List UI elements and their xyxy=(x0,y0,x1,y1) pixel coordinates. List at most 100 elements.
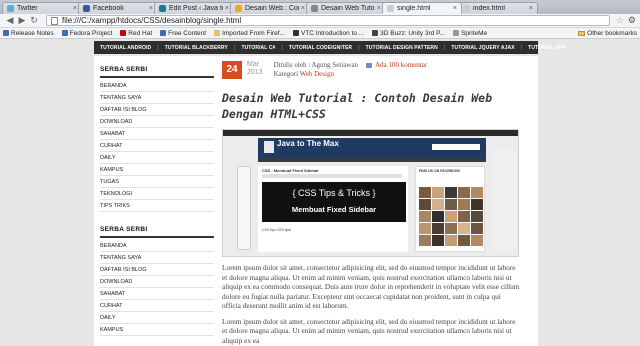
post-date-day: 24 xyxy=(222,61,242,79)
sidebar-item[interactable]: KAMPUS xyxy=(100,164,214,176)
address-bar[interactable]: file:///C:/xampp/htdocs/CSS/desainblog/s… xyxy=(46,15,610,26)
sidebar-item[interactable]: BERANDA xyxy=(100,80,214,92)
bookmark-item[interactable]: SpriteMe xyxy=(453,30,487,37)
browser-tab[interactable]: Twitter × xyxy=(2,2,82,14)
bookmark-label: Release Notes xyxy=(11,29,54,37)
fb-face-thumbnail xyxy=(432,235,444,246)
tab-close-icon[interactable]: × xyxy=(529,5,533,12)
nav-item[interactable]: TUTORIAL CODEIGNITER xyxy=(289,45,352,51)
fb-face-thumbnail xyxy=(471,235,483,246)
tab-label: index.html xyxy=(473,5,505,12)
forward-icon[interactable]: ▶ xyxy=(16,15,28,26)
browser-tab[interactable]: Desain Web : Contoh× xyxy=(230,2,310,14)
browser-tab[interactable]: single.html × xyxy=(382,2,462,14)
nav-item[interactable]: TUTORIAL DESIGN PATTERN xyxy=(366,45,438,51)
sidebar-item[interactable]: CURHAT xyxy=(100,300,214,312)
year-text: 2013 xyxy=(247,69,263,76)
bookmark-item[interactable]: Release Notes xyxy=(3,30,54,37)
sidebar-item[interactable]: SAHABAT xyxy=(100,128,214,140)
nav-item[interactable]: TUTORIAL PHP xyxy=(528,45,566,51)
nav-separator: | xyxy=(358,44,360,51)
other-bookmarks[interactable]: Other bookmarks xyxy=(578,30,637,37)
browser-tab[interactable]: index.html × xyxy=(458,2,538,14)
tab-close-icon[interactable]: × xyxy=(225,5,229,12)
back-icon[interactable]: ◀ xyxy=(4,15,16,26)
page-viewport: TUTORIAL ANDROID | TUTORIAL BLACKBERRY | TUT… xyxy=(0,39,640,346)
bookmark-item[interactable]: Imported From Firef... xyxy=(214,30,285,37)
fb-face-thumbnail xyxy=(445,235,457,246)
nav-item[interactable]: TUTORIAL ANDROID xyxy=(100,45,151,51)
tab-close-icon[interactable]: × xyxy=(149,5,153,12)
image-banner: { CSS Tips & Tricks } Membuat Fixed Side… xyxy=(262,182,406,222)
bookmark-item[interactable]: Free Content xyxy=(160,30,206,37)
reload-icon[interactable]: ↻ xyxy=(28,15,40,26)
post-date-month: Mar 2013 xyxy=(247,61,263,79)
browser-tab[interactable]: Desain Web Tutorial ·× xyxy=(306,2,386,14)
nav-separator: | xyxy=(157,44,159,51)
tab-close-icon[interactable]: × xyxy=(301,5,305,12)
bookmark-label: Fedora Project xyxy=(69,29,113,37)
bookmark-item[interactable]: 3D Buzz: Unity 3rd P... xyxy=(372,30,445,37)
comments-link[interactable]: Ada 100 komentar xyxy=(375,61,427,69)
nav-item[interactable]: TUTORIAL C# xyxy=(241,45,275,51)
bookmark-label: Free Content xyxy=(168,29,207,37)
tab-favicon-icon xyxy=(311,5,318,12)
post-byline: Ditulis oleh : Agung Setiawan Ada 100 ko… xyxy=(274,61,428,79)
nav-item[interactable]: TUTORIAL BLACKBERRY xyxy=(165,45,228,51)
fb-face-thumbnail xyxy=(419,223,431,234)
image-share-sidebar xyxy=(237,166,251,250)
sidebar-item[interactable]: TENTANG SAYA xyxy=(100,92,214,104)
bookmark-item[interactable]: VTC Introduction to ... xyxy=(292,30,364,37)
wrench-icon[interactable]: ⚙ xyxy=(628,15,636,26)
bookmark-item[interactable]: Fedora Project xyxy=(61,29,113,37)
image-content: CSS : Membuat Fixed Sidebar { CSS Tips &… xyxy=(258,166,408,252)
fb-face-thumbnail xyxy=(458,223,470,234)
image-site-title: Java to The Max xyxy=(277,139,339,148)
sidebar-item[interactable]: KAMPUS xyxy=(100,324,214,336)
sidebar-item[interactable]: CURHAT xyxy=(100,140,214,152)
sidebar-item[interactable]: TEKNOLOGI xyxy=(100,188,214,200)
tab-close-icon[interactable]: × xyxy=(377,5,381,12)
tab-favicon-icon xyxy=(7,5,14,12)
category-link[interactable]: Web Design xyxy=(300,70,334,78)
fb-face-thumbnail xyxy=(445,199,457,210)
tab-label: Desain Web Tutorial · xyxy=(321,5,375,12)
bookmark-favicon-icon xyxy=(292,30,299,36)
image-caption: CSS tips CSS tips! xyxy=(262,228,292,232)
sidebar-item[interactable]: DAFTAR ISI BLOG xyxy=(100,264,214,276)
browser-tab[interactable]: Facebook × xyxy=(78,2,158,14)
sidebar-item[interactable]: SAHABAT xyxy=(100,288,214,300)
nav-item[interactable]: TUTORIAL JQUERY AJAX xyxy=(451,45,514,51)
fb-face-thumbnail xyxy=(445,211,457,222)
bookmarks-bar: Release Notes Fedora Project Red Hat Free C… xyxy=(0,28,640,39)
browser-toolbar: ◀ ▶ ↻ file:///C:/xampp/htdocs/CSS/desain… xyxy=(0,14,640,28)
top-navigation: TUTORIAL ANDROID | TUTORIAL BLACKBERRY | TUT… xyxy=(94,41,566,54)
bookmark-favicon-icon xyxy=(453,30,460,36)
tab-favicon-icon xyxy=(159,5,166,12)
sidebar-item[interactable]: BERANDA xyxy=(100,240,214,252)
bookmark-label: Red Hat xyxy=(128,29,153,37)
tab-label: single.html xyxy=(397,5,431,12)
image-post-title: CSS : Membuat Fixed Sidebar xyxy=(262,168,319,173)
image-banner-line1: { CSS Tips & Tricks } xyxy=(292,188,376,198)
sidebar-item[interactable]: DAILY xyxy=(100,312,214,324)
tab-close-icon[interactable]: × xyxy=(73,5,77,12)
sidebar-item[interactable]: TUGAS xyxy=(100,176,214,188)
sidebar-item[interactable]: DAFTAR ISI BLOG xyxy=(100,104,214,116)
sidebar-item[interactable]: DAILY xyxy=(100,152,214,164)
bookmark-favicon-icon xyxy=(61,30,68,36)
tab-favicon-icon xyxy=(235,5,242,12)
tab-close-icon[interactable]: × xyxy=(453,5,457,12)
category-label: Kategori xyxy=(273,70,299,78)
fb-face-thumbnail xyxy=(432,211,444,222)
browser-tab[interactable]: Edit Post ‹ Java to The× xyxy=(154,2,234,14)
sidebar-item[interactable]: DOWNLOAD xyxy=(100,116,214,128)
bookmark-star-icon[interactable]: ☆ xyxy=(616,15,624,26)
sidebar-item[interactable]: TIPS TRIKS xyxy=(100,200,214,212)
page-icon xyxy=(51,16,58,25)
bookmark-item[interactable]: Red Hat xyxy=(120,30,152,37)
image-fb-title: FIND US ON FACEBOOK xyxy=(419,169,461,173)
sidebar-item[interactable]: DOWNLOAD xyxy=(100,276,214,288)
tab-favicon-icon xyxy=(463,5,470,12)
sidebar-item[interactable]: TENTANG SAYA xyxy=(100,252,214,264)
